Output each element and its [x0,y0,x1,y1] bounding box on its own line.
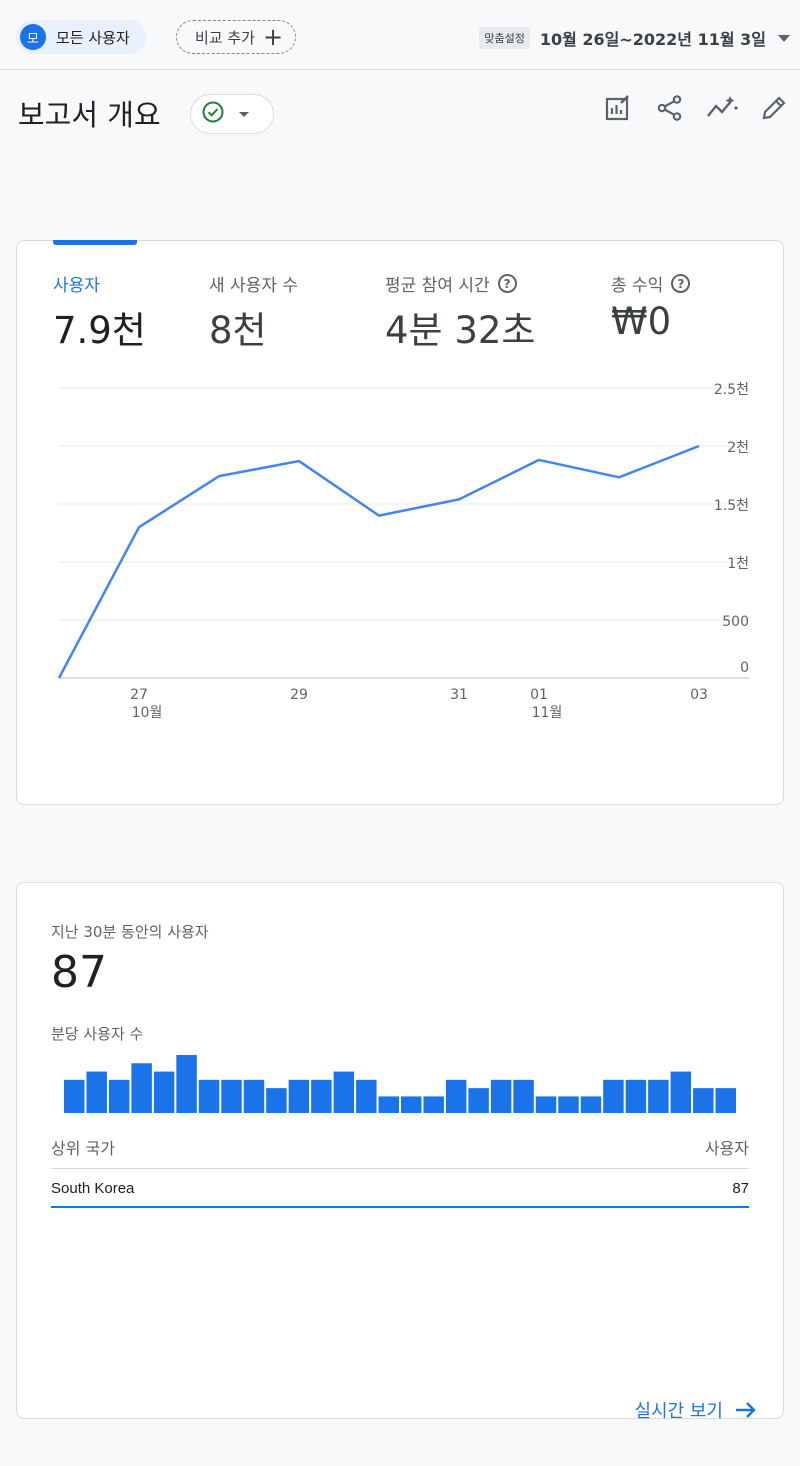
row-share-bar [51,1206,749,1208]
users-cell: 87 [732,1180,749,1197]
column-header-country: 상위 국가 [51,1139,115,1158]
top-bar: 모 모든 사용자 비교 추가 + 맞춤설정 10월 26일~2022년 11월 … [0,0,800,70]
y-tick-label: 2.5천 [714,382,749,398]
view-realtime-link[interactable]: 실시간 보기 [634,1397,757,1423]
status-dropdown[interactable] [190,94,274,134]
per-minute-bar[interactable] [333,1071,355,1113]
x-tick-month-label: 11월 [532,705,563,721]
y-tick-label: 500 [722,614,749,630]
check-circle-icon [201,100,225,128]
arrow-right-icon [735,1401,757,1419]
per-minute-bar[interactable] [266,1088,287,1113]
data-point[interactable] [377,514,381,518]
chevron-down-icon [239,111,249,117]
x-tick-label: 01 [530,687,548,703]
x-tick-label: 27 [130,687,148,703]
per-minute-bar[interactable] [311,1079,332,1113]
data-point[interactable] [217,474,221,478]
per-minute-bar[interactable] [401,1096,422,1113]
country-cell: South Korea [51,1180,135,1197]
data-point[interactable] [617,475,621,479]
segment-label: 모든 사용자 [56,28,130,47]
y-tick-label: 2천 [727,440,749,456]
per-minute-bar[interactable] [490,1079,512,1113]
per-minute-bar[interactable] [153,1071,175,1113]
y-tick-label: 1천 [727,556,749,572]
per-minute-bar[interactable] [64,1079,85,1113]
per-minute-bar[interactable] [468,1088,489,1113]
data-point[interactable] [537,458,541,462]
page-title: 보고서 개요 [18,98,161,132]
share-icon[interactable] [654,92,686,124]
users-line-chart: 0 500 1천 1.5천 2천 2.5천 27 10월 29 31 01 11월 03 [57,382,749,721]
realtime-value: 87 [51,947,107,998]
x-tick-label: 29 [290,687,308,703]
per-minute-bar[interactable] [513,1079,534,1113]
per-minute-bar[interactable] [356,1079,377,1113]
view-realtime-label: 실시간 보기 [634,1401,723,1422]
per-minute-bar-chart [64,1055,736,1113]
data-point[interactable] [297,459,301,463]
per-minute-bar[interactable] [423,1096,444,1113]
data-point[interactable] [697,444,701,448]
data-point[interactable] [57,676,61,680]
realtime-card: 지난 30분 동안의 사용자 87 분당 사용자 수 상위 국가 사용자 Sou… [16,882,784,1422]
table-row[interactable]: South Korea 87 [51,1180,749,1197]
segment-avatar: 모 [20,24,46,50]
per-minute-bar[interactable] [558,1096,579,1113]
data-point[interactable] [137,525,141,529]
per-minute-bar[interactable] [580,1096,602,1113]
per-minute-bar[interactable] [221,1079,242,1113]
segment-chip-all-users[interactable]: 모 모든 사용자 [16,20,146,54]
data-point[interactable] [457,497,461,501]
per-minute-bar[interactable] [715,1088,736,1113]
table-divider [51,1168,749,1169]
plus-icon: + [262,23,284,51]
y-tick-label: 1.5천 [714,498,749,514]
per-minute-bar[interactable] [198,1079,220,1113]
column-header-users: 사용자 [704,1139,749,1158]
per-minute-bar[interactable] [176,1055,197,1113]
per-minute-bar[interactable] [288,1079,310,1113]
per-minute-bar[interactable] [648,1079,669,1113]
per-minute-bar[interactable] [445,1079,467,1113]
date-range-picker[interactable]: 맞춤설정 10월 26일~2022년 11월 3일 [479,26,790,50]
insights-icon[interactable] [706,92,738,124]
overview-card: 사용자 7.9천 새 사용자 수 8천 평균 참여 시간? 4분 32초 총 수… [16,240,784,805]
per-minute-bar[interactable] [535,1096,557,1113]
per-minute-label: 분당 사용자 수 [51,1025,144,1043]
per-minute-bar[interactable] [625,1079,647,1113]
chevron-down-icon [778,34,790,42]
table-header: 상위 국가 사용자 [51,1135,749,1159]
add-comparison-label: 비교 추가 [195,28,255,47]
customize-report-icon[interactable] [602,92,634,124]
per-minute-bar[interactable] [108,1079,130,1113]
x-tick-label: 31 [450,687,468,703]
edit-icon[interactable] [758,92,790,124]
x-tick-label: 03 [690,687,708,703]
per-minute-bar[interactable] [243,1079,265,1113]
x-tick-month-label: 10월 [132,705,163,721]
per-minute-bar[interactable] [378,1096,399,1113]
y-tick-label: 0 [740,660,749,676]
per-minute-bar[interactable] [693,1088,714,1113]
per-minute-bar[interactable] [131,1063,152,1113]
per-minute-bar[interactable] [670,1071,692,1113]
realtime-label: 지난 30분 동안의 사용자 [51,923,209,941]
add-comparison-button[interactable]: 비교 추가 + [176,20,297,54]
per-minute-bar[interactable] [86,1071,107,1113]
report-toolbar [582,92,790,124]
per-minute-bar[interactable] [603,1079,624,1113]
custom-badge: 맞춤설정 [479,27,530,49]
date-range-text: 10월 26일~2022년 11월 3일 [539,30,766,49]
